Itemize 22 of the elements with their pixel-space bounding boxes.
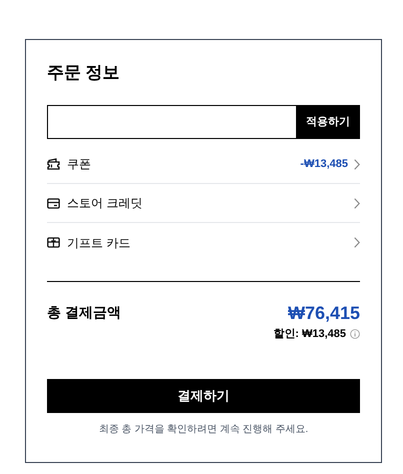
option-label: 쿠폰 bbox=[67, 156, 92, 173]
note-text: 최종 총 가격을 확인하려면 계속 진행해 주세요. bbox=[98, 422, 310, 436]
gift-card-icon bbox=[47, 237, 60, 248]
info-icon[interactable] bbox=[350, 329, 360, 340]
option-row[interactable]: 기프트 카드 bbox=[47, 223, 360, 262]
chevron-right-icon bbox=[354, 237, 360, 248]
chevron-right-icon bbox=[354, 158, 360, 170]
apply-button[interactable]: 적용하기 bbox=[296, 105, 360, 139]
chevron-right-icon bbox=[354, 198, 360, 208]
total-label: 총 결제금액 bbox=[47, 303, 121, 322]
option-label: 스토어 크레딧 bbox=[67, 195, 144, 212]
code-input-field[interactable] bbox=[47, 105, 296, 139]
wallet-icon bbox=[47, 158, 60, 170]
option-label: 기프트 카드 bbox=[67, 234, 132, 252]
card-title: 주문 정보 bbox=[47, 62, 120, 84]
option-row[interactable]: 쿠폰 -₩13,485 bbox=[47, 145, 360, 184]
pay-button[interactable]: 결제하기 bbox=[47, 378, 360, 412]
option-row[interactable]: 스토어 크레딧 bbox=[47, 184, 360, 223]
total-amount: ₩76,415 bbox=[288, 302, 360, 324]
option-value: -₩13,485 bbox=[300, 156, 348, 172]
discount-text: 할인: ₩13,485 bbox=[273, 327, 346, 342]
card-icon bbox=[47, 198, 60, 208]
